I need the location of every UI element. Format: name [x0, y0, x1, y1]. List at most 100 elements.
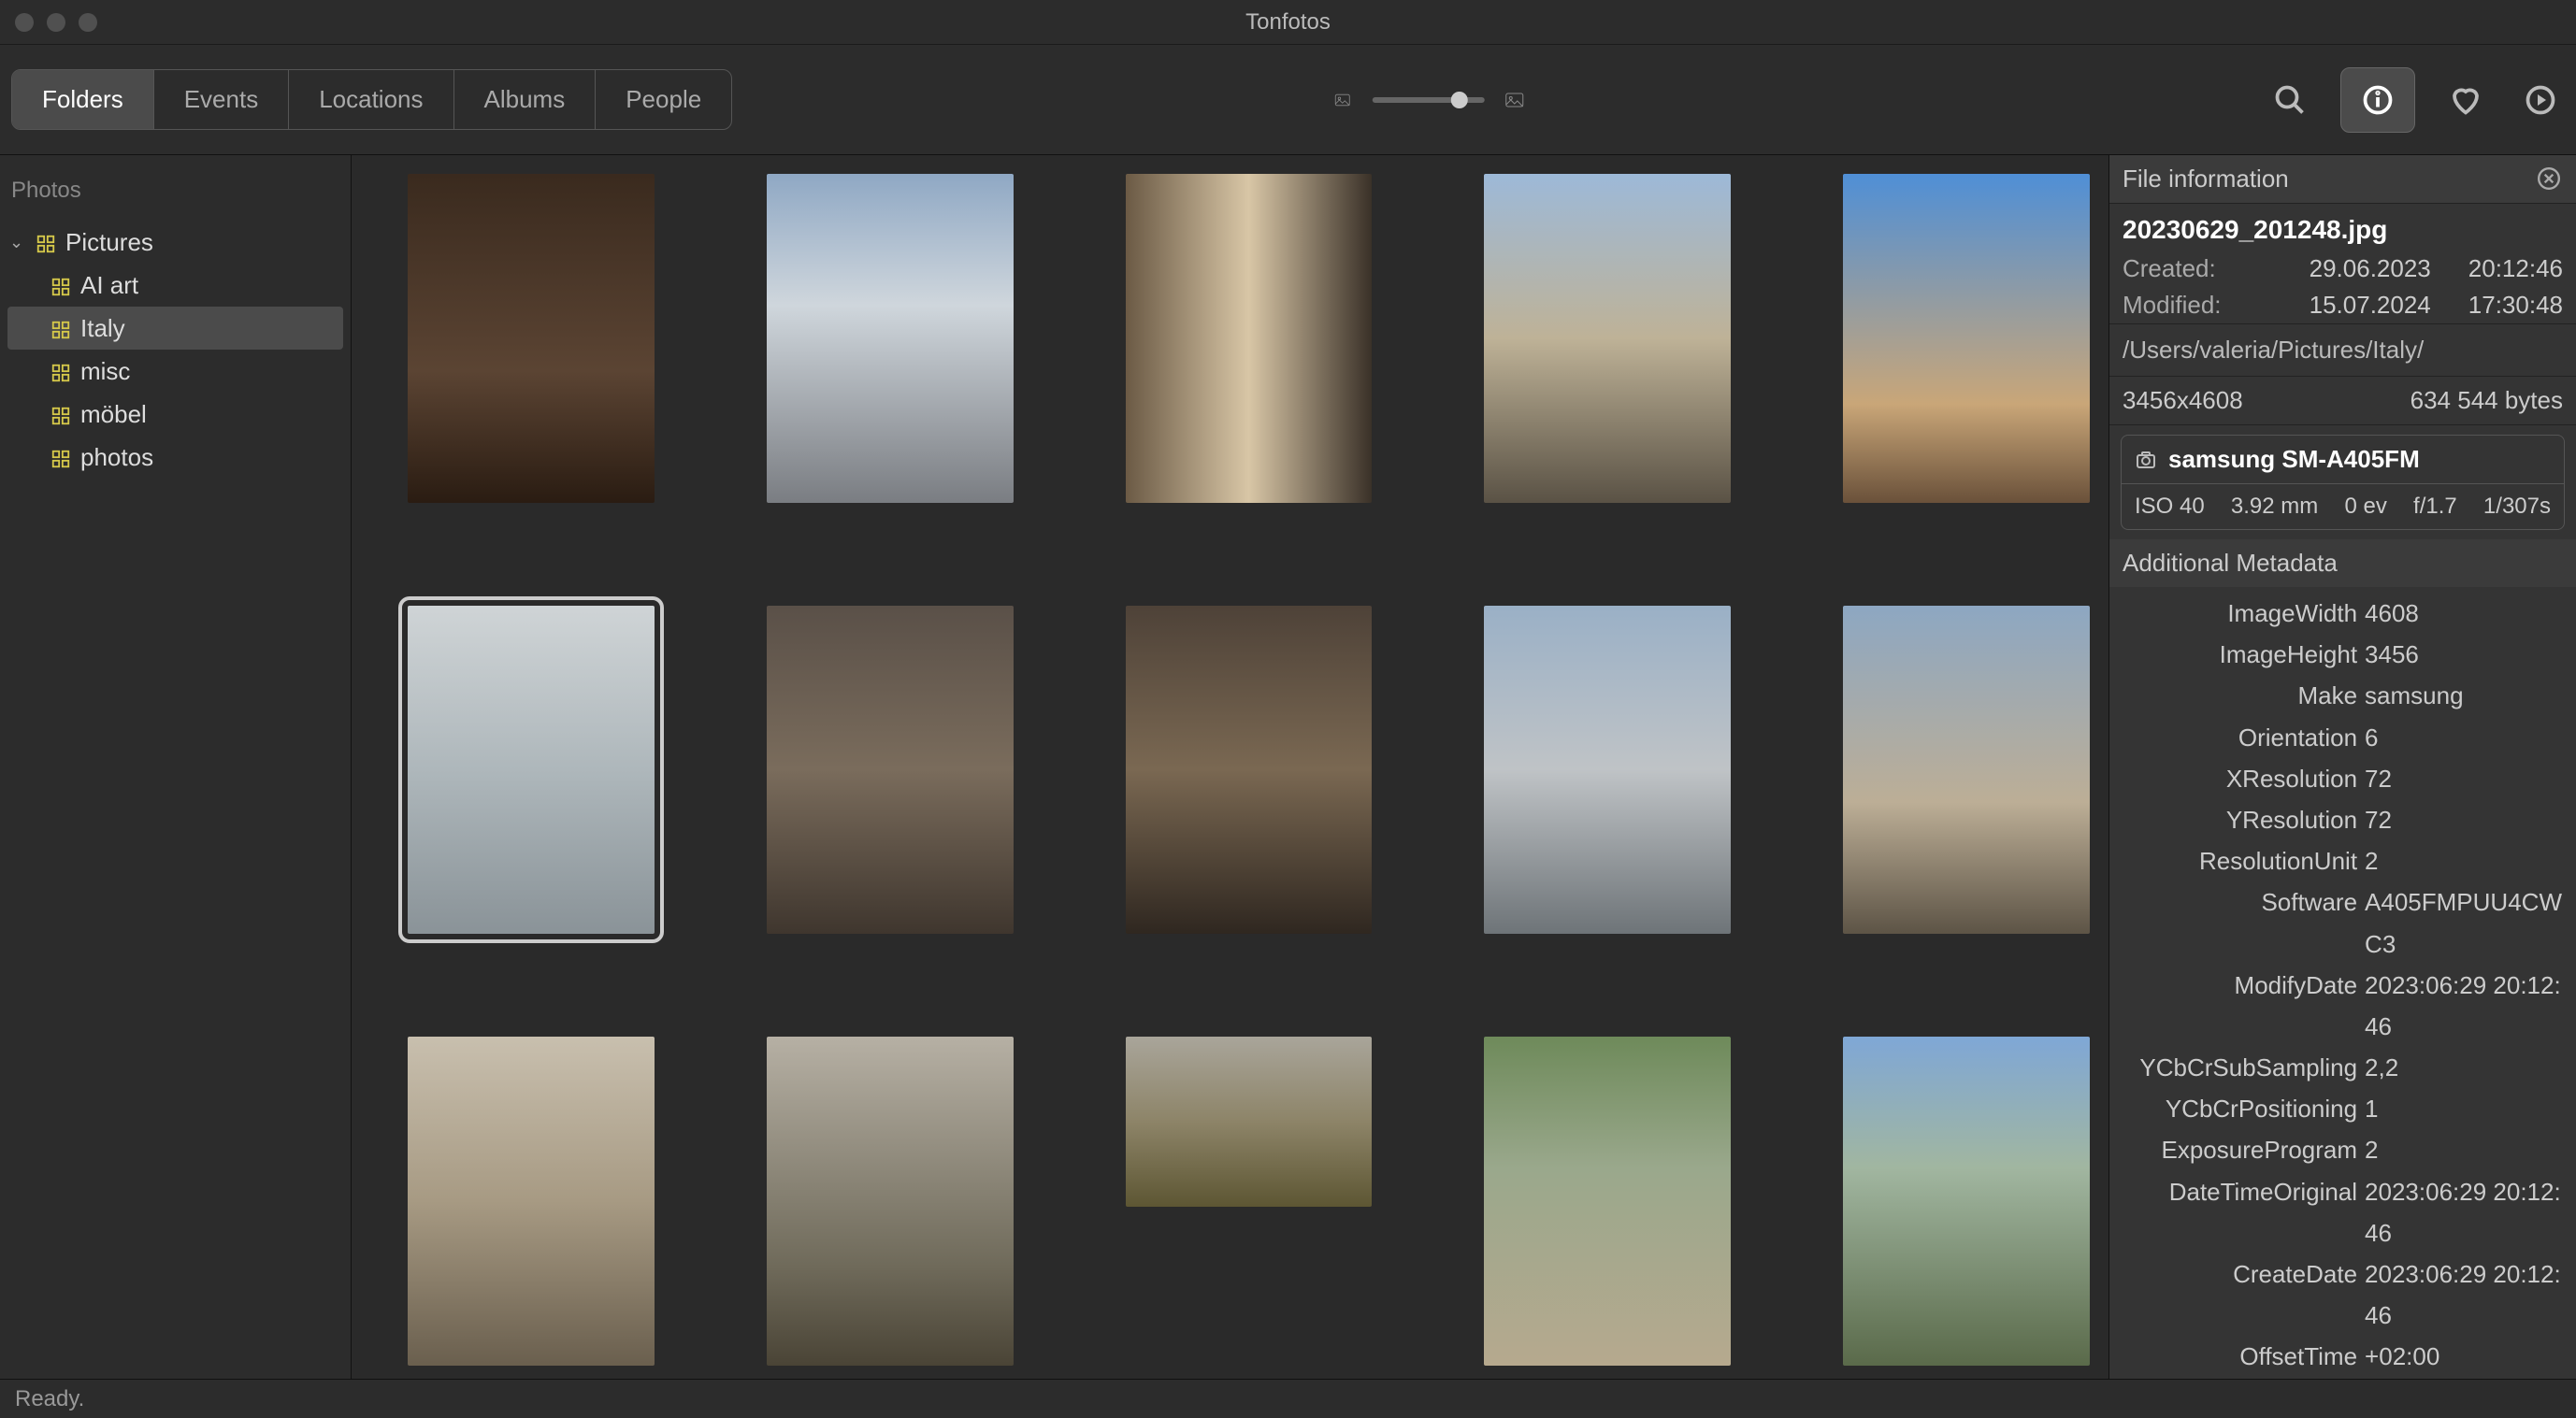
- metadata-row: ImageWidth4608: [2123, 593, 2563, 634]
- dimensions-row: 3456x4608 634 544 bytes: [2109, 377, 2576, 425]
- camera-stats: ISO 40 3.92 mm 0 ev f/1.7 1/307s: [2122, 484, 2564, 529]
- thumbnail[interactable]: [767, 606, 1014, 935]
- metadata-row: DateTimeOriginal2023:06:29 20:12:46: [2123, 1171, 2563, 1253]
- info-panel-header: File information: [2109, 155, 2576, 204]
- metadata-key: OffsetTime: [2123, 1336, 2365, 1377]
- tab-folders[interactable]: Folders: [12, 70, 154, 129]
- metadata-key: XResolution: [2123, 758, 2365, 799]
- modified-label: Modified:: [2123, 291, 2222, 320]
- sidebar-item-moebel[interactable]: möbel: [0, 393, 351, 436]
- thumbnail[interactable]: [1843, 1037, 2090, 1366]
- window-title: Tonfotos: [0, 9, 2576, 36]
- titlebar: Tonfotos: [0, 0, 2576, 45]
- metadata-key: ImageWidth: [2123, 593, 2365, 634]
- metadata-key: OffsetTimeOriginal: [2123, 1378, 2365, 1379]
- slideshow-button[interactable]: [2516, 76, 2565, 124]
- sidebar-item-photos[interactable]: photos: [0, 436, 351, 479]
- sidebar-item-italy[interactable]: Italy: [7, 307, 343, 350]
- metadata-value: 2023:06:29 20:12:46: [2365, 1253, 2563, 1336]
- thumbnail[interactable]: [408, 174, 655, 503]
- metadata-key: Software: [2123, 881, 2365, 964]
- metadata-value: 2: [2365, 840, 2563, 881]
- metadata-value: 72: [2365, 758, 2563, 799]
- camera-focal: 3.92 mm: [2231, 494, 2318, 520]
- thumbnail[interactable]: [1126, 606, 1373, 935]
- status-text: Ready.: [15, 1386, 84, 1412]
- thumbnail-size-slider[interactable]: [1372, 97, 1484, 103]
- thumbnail[interactable]: [1843, 174, 2090, 503]
- metadata-row: OffsetTime+02:00: [2123, 1336, 2563, 1377]
- camera-info-box: samsung SM-A405FM ISO 40 3.92 mm 0 ev f/…: [2121, 435, 2565, 530]
- chevron-down-icon[interactable]: ⌄: [9, 233, 26, 252]
- metadata-row: YCbCrSubSampling2,2: [2123, 1047, 2563, 1088]
- toolbar-right: [2266, 67, 2565, 133]
- metadata-value: A405FMPUU4CWC3: [2365, 881, 2563, 964]
- close-icon[interactable]: [2537, 166, 2563, 193]
- thumbnail[interactable]: [1126, 174, 1373, 503]
- metadata-row: ImageHeight3456: [2123, 634, 2563, 675]
- metadata-row: CreateDate2023:06:29 20:12:46: [2123, 1253, 2563, 1336]
- zoom-window-icon[interactable]: [79, 13, 97, 32]
- filesize-value: 634 544 bytes: [2411, 386, 2563, 415]
- main-area: Photos ⌄ Pictures AI art Italy: [0, 155, 2576, 1379]
- metadata-key: CreateDate: [2123, 1253, 2365, 1336]
- modified-time: 17:30:48: [2468, 291, 2563, 320]
- tab-people[interactable]: People: [596, 70, 731, 129]
- toolbar: Folders Events Locations Albums People: [0, 45, 2576, 155]
- sidebar-item-label: Pictures: [65, 228, 153, 257]
- thumbnail[interactable]: [408, 606, 655, 935]
- thumbnail-grid[interactable]: [352, 155, 2108, 1379]
- thumbnail[interactable]: [767, 174, 1014, 503]
- created-row: Created: 29.06.2023 20:12:46: [2109, 251, 2576, 287]
- metadata-key: YResolution: [2123, 799, 2365, 840]
- camera-shutter: 1/307s: [2483, 494, 2551, 520]
- info-panel-toggle[interactable]: [2340, 67, 2415, 133]
- metadata-key: ResolutionUnit: [2123, 840, 2365, 881]
- folder-grid-icon: [36, 232, 56, 252]
- folder-grid-icon: [50, 275, 71, 295]
- small-thumbnail-icon: [1331, 89, 1353, 111]
- sidebar-item-misc[interactable]: misc: [0, 350, 351, 393]
- metadata-row: ResolutionUnit2: [2123, 840, 2563, 881]
- metadata-row: YResolution72: [2123, 799, 2563, 840]
- sidebar-item-ai-art[interactable]: AI art: [0, 264, 351, 307]
- thumbnail[interactable]: [1843, 606, 2090, 935]
- metadata-row: ModifyDate2023:06:29 20:12:46: [2123, 965, 2563, 1047]
- search-button[interactable]: [2266, 76, 2314, 124]
- created-label: Created:: [2123, 254, 2216, 283]
- modified-date: 15.07.2024: [2310, 291, 2431, 320]
- favorite-button[interactable]: [2441, 76, 2490, 124]
- sidebar-item-pictures[interactable]: ⌄ Pictures: [0, 221, 351, 264]
- tab-albums[interactable]: Albums: [454, 70, 597, 129]
- metadata-key: Make: [2123, 675, 2365, 716]
- camera-fstop: f/1.7: [2413, 494, 2457, 520]
- tab-events[interactable]: Events: [154, 70, 290, 129]
- metadata-row: XResolution72: [2123, 758, 2563, 799]
- thumbnail[interactable]: [1484, 174, 1731, 503]
- thumbnail-size-control: [1331, 89, 1525, 111]
- thumbnail[interactable]: [1484, 606, 1731, 935]
- close-window-icon[interactable]: [15, 13, 34, 32]
- metadata-row: YCbCrPositioning1: [2123, 1088, 2563, 1129]
- folder-grid-icon: [50, 318, 71, 338]
- metadata-value: 2,2: [2365, 1047, 2563, 1088]
- file-path: /Users/valeria/Pictures/Italy/: [2109, 323, 2576, 377]
- metadata-row: OffsetTimeOriginal+02:00: [2123, 1378, 2563, 1379]
- sidebar-item-label: AI art: [80, 271, 138, 300]
- metadata-key: DateTimeOriginal: [2123, 1171, 2365, 1253]
- tab-locations[interactable]: Locations: [289, 70, 453, 129]
- file-name: 20230629_201248.jpg: [2109, 204, 2576, 251]
- minimize-window-icon[interactable]: [47, 13, 65, 32]
- thumbnail[interactable]: [1126, 1037, 1373, 1206]
- status-bar: Ready.: [0, 1379, 2576, 1418]
- created-date: 29.06.2023: [2310, 254, 2431, 283]
- camera-model: samsung SM-A405FM: [2168, 445, 2420, 474]
- thumbnail[interactable]: [767, 1037, 1014, 1366]
- metadata-value: 3456: [2365, 634, 2563, 675]
- modified-row: Modified: 15.07.2024 17:30:48: [2109, 287, 2576, 323]
- metadata-row: Orientation6: [2123, 717, 2563, 758]
- thumbnail[interactable]: [1484, 1037, 1731, 1366]
- slider-thumb[interactable]: [1451, 92, 1468, 108]
- large-thumbnail-icon: [1503, 89, 1525, 111]
- thumbnail[interactable]: [408, 1037, 655, 1366]
